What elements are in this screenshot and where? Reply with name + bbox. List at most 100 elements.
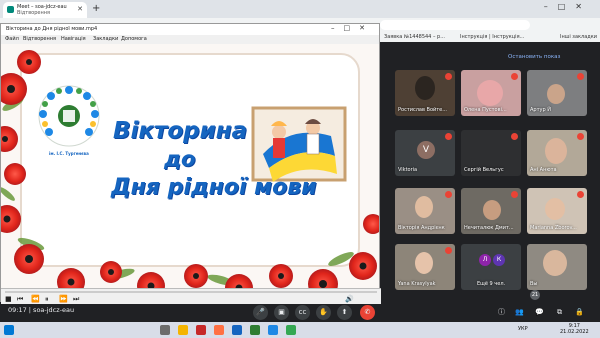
participant-tile[interactable]: Л К Ещё 9 чел. <box>461 244 521 290</box>
mic-off-icon <box>577 73 584 80</box>
browser-tab-strip: Meet – soa-jdcz-eau Відтворення ✕ + –□✕ <box>0 0 600 18</box>
keyboard-language[interactable]: УКР <box>518 326 528 332</box>
menu-playback[interactable]: Відтворення <box>23 36 56 42</box>
slide-artwork <box>1 44 379 298</box>
slide-title-line3: Дня рідної мови <box>111 175 317 200</box>
player-menu-bar: Файл Відтворення Навігація Закладки Допо… <box>1 35 379 44</box>
bookmark-item[interactable]: Інструкція | Інструкція... <box>460 34 524 40</box>
participant-tile[interactable]: Ростислав Войте... <box>395 70 455 116</box>
edge-icon[interactable] <box>268 325 278 335</box>
kids-with-flag-picture <box>251 106 347 182</box>
present-icon[interactable]: ⬆ <box>337 305 352 320</box>
participant-name: Нечиталюк Дмит... <box>464 225 514 231</box>
participant-name: Олена Пустові... <box>464 107 507 113</box>
mic-icon[interactable]: 🎤 <box>253 305 268 320</box>
mic-off-icon <box>445 247 452 254</box>
menu-bookmarks[interactable]: Закладки <box>93 36 118 42</box>
rewind-icon[interactable]: ⏪ <box>31 295 40 303</box>
participant-tile[interactable]: V Viktoria <box>395 130 455 176</box>
participant-tile[interactable]: Ані Анюта <box>527 130 587 176</box>
menu-file[interactable]: Файл <box>5 36 19 42</box>
tab-subtitle: Відтворення <box>17 10 50 16</box>
previous-icon[interactable]: ⏮ <box>17 295 23 304</box>
meeting-time-code: 09:17 | soa-jdcz-eau <box>8 306 75 314</box>
video-feed <box>547 84 565 104</box>
mic-off-icon <box>445 191 452 198</box>
start-icon[interactable] <box>4 325 14 335</box>
video-feed <box>483 200 501 220</box>
avatar: К <box>493 254 505 266</box>
seek-bar[interactable] <box>5 291 377 293</box>
search-icon[interactable] <box>160 325 170 335</box>
windows-taskbar: УКР 9:17 21.02.2022 <box>0 322 600 338</box>
firefox-icon[interactable] <box>214 325 224 335</box>
participant-count-badge: 21 <box>530 290 540 300</box>
media-player-icon[interactable] <box>196 325 206 335</box>
mic-off-icon <box>511 73 518 80</box>
player-controls: ■ ⏮ ⏪ ⏸ ⏩ ⏭ 🔊 <box>1 288 381 304</box>
close-tab-icon[interactable]: ✕ <box>77 5 83 13</box>
participant-name: Marianna Zborov... <box>530 225 577 231</box>
plus-icon[interactable]: + <box>92 3 100 14</box>
slide-title-line1: Вікторина <box>113 118 248 144</box>
stop-icon[interactable]: ■ <box>5 295 12 303</box>
meet-icon <box>7 6 14 13</box>
info-icon[interactable]: ⓘ <box>494 305 509 320</box>
participant-name: Ростислав Войте... <box>398 107 448 113</box>
chat-icon[interactable]: 💬 <box>532 305 547 320</box>
fast-forward-icon[interactable]: ⏩ <box>59 295 68 303</box>
mic-off-icon <box>577 133 584 140</box>
bookmark-item[interactable]: Інші закладки <box>560 34 597 40</box>
participant-tile[interactable]: Marianna Zborov... <box>527 188 587 234</box>
meet-control-bar: 09:17 | soa-jdcz-eau 🎤 ▣ cc ✋ ⬆ ✆ ⓘ 👥 💬 … <box>0 302 600 322</box>
camera-icon[interactable]: ▣ <box>274 305 289 320</box>
lock-icon[interactable]: 🔒 <box>572 305 587 320</box>
next-icon[interactable]: ⏭ <box>73 295 79 304</box>
pause-icon[interactable]: ⏸ <box>45 295 49 304</box>
video-feed <box>545 138 567 164</box>
video-feed <box>543 250 567 276</box>
menu-help[interactable]: Допомога <box>121 36 147 42</box>
media-player-window: Вікторина до Дня рідної мови.mp4 –□✕ Фай… <box>0 23 381 304</box>
participant-tile[interactable]: Нечиталюк Дмит... <box>461 188 521 234</box>
app-icon[interactable] <box>250 325 260 335</box>
player-window-controls[interactable]: –□✕ <box>331 24 374 32</box>
volume-icon[interactable]: 🔊 <box>345 295 354 303</box>
raise-hand-icon[interactable]: ✋ <box>316 305 331 320</box>
chrome-icon[interactable] <box>286 325 296 335</box>
clock[interactable]: 9:17 21.02.2022 <box>560 323 589 335</box>
school-logo <box>38 85 100 147</box>
player-title: Вікторина до Дня рідної мови.mp4 <box>6 26 98 32</box>
file-explorer-icon[interactable] <box>178 325 188 335</box>
url-field[interactable] <box>380 20 530 30</box>
participant-tile-self[interactable]: Вы <box>527 244 587 290</box>
participant-name: Ещё 9 чел. <box>477 281 506 287</box>
window-controls[interactable]: –□✕ <box>544 2 592 11</box>
screen: Meet – soa-jdcz-eau Відтворення ✕ + –□✕ … <box>0 0 600 338</box>
participant-tile[interactable]: Сергій Вельгус <box>461 130 521 176</box>
mic-off-icon <box>511 133 518 140</box>
bookmark-item[interactable]: Заявка №1448544 – р... <box>384 34 445 40</box>
menu-navigation[interactable]: Навігація <box>61 36 86 42</box>
participant-tile[interactable]: Олена Пустові... <box>461 70 521 116</box>
player-title-bar: Вікторина до Дня рідної мови.mp4 –□✕ <box>1 24 379 35</box>
tab-meet[interactable]: Meet – soa-jdcz-eau Відтворення ✕ <box>3 2 87 18</box>
participant-tile[interactable]: Yana Krasylyak <box>395 244 455 290</box>
clock-date: 21.02.2022 <box>560 329 589 335</box>
participant-name: Артур Й <box>530 107 551 113</box>
avatar: V <box>417 141 435 159</box>
activities-icon[interactable]: ⧉ <box>552 305 567 320</box>
people-icon[interactable]: 👥 <box>512 305 527 320</box>
participant-tile[interactable]: Вікторія Андрієнк <box>395 188 455 234</box>
mic-off-icon <box>511 191 518 198</box>
participant-name: Yana Krasylyak <box>398 281 436 287</box>
word-icon[interactable] <box>232 325 242 335</box>
presentation-slide: Вікторина до Дня рідної мови ім. І.С. Ту… <box>1 44 379 298</box>
mic-off-icon <box>577 191 584 198</box>
avatar: Л <box>479 254 491 266</box>
video-feed <box>415 76 435 100</box>
captions-icon[interactable]: cc <box>295 305 310 320</box>
hang-up-button[interactable]: ✆ <box>360 305 375 320</box>
stop-presenting-button[interactable]: Остановить показ <box>508 54 560 60</box>
participant-tile[interactable]: Артур Й <box>527 70 587 116</box>
